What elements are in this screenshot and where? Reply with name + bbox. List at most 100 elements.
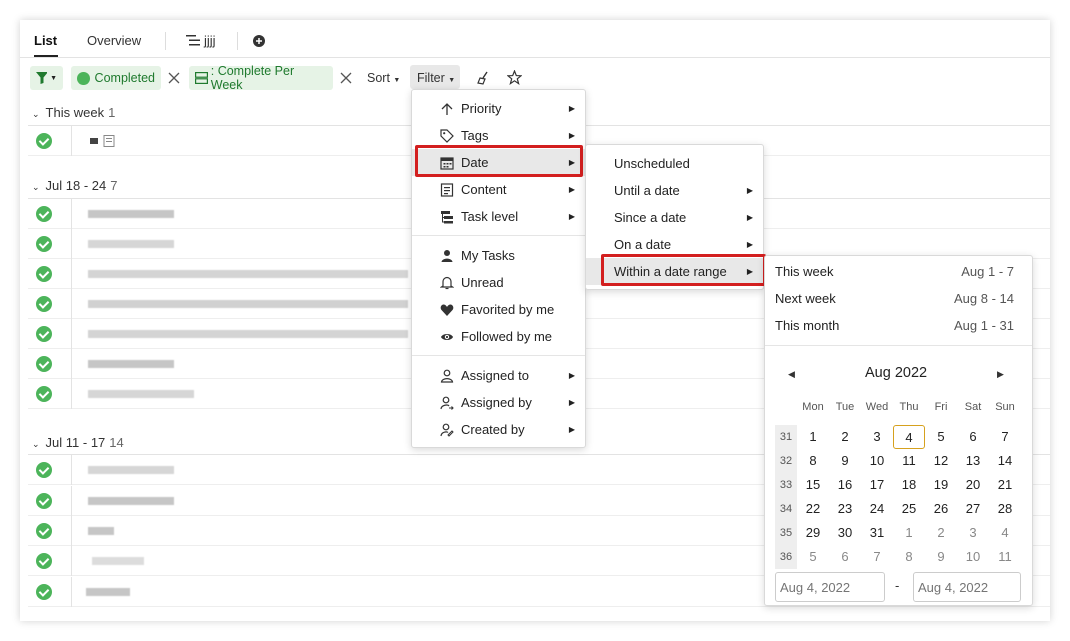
row-divider (71, 577, 72, 607)
calendar-day[interactable]: 13 (957, 449, 989, 473)
complete-check-icon[interactable] (36, 296, 52, 312)
range-start-input[interactable] (775, 572, 885, 602)
calendar-day[interactable]: 2 (925, 521, 957, 545)
calendar-day[interactable]: 14 (989, 449, 1021, 473)
caret-down-icon: ▼ (50, 74, 57, 82)
calendar-day[interactable]: 21 (989, 473, 1021, 497)
calendar-day[interactable]: 9 (829, 449, 861, 473)
complete-check-icon[interactable] (36, 553, 52, 569)
calendar-day[interactable]: 7 (861, 545, 893, 569)
calendar-day[interactable]: 17 (861, 473, 893, 497)
calendar-day[interactable]: 31 (861, 521, 893, 545)
filter-menu-item-favorited[interactable]: Favorited by me (412, 296, 585, 323)
filter-menu-item-task-level[interactable]: Task level ▶ (412, 203, 585, 230)
remove-group-icon[interactable] (339, 70, 353, 86)
calendar-day[interactable]: 24 (861, 497, 893, 521)
complete-check-icon[interactable] (36, 584, 52, 600)
calendar-day[interactable]: 4 (893, 425, 925, 449)
calendar-day[interactable]: 6 (957, 425, 989, 449)
complete-check-icon[interactable] (36, 266, 52, 282)
calendar-day[interactable]: 16 (829, 473, 861, 497)
next-month-icon[interactable]: ▶ (997, 369, 1004, 380)
filter-menu-item-unread[interactable]: Unread (412, 269, 585, 296)
complete-check-icon[interactable] (36, 236, 52, 252)
complete-check-icon[interactable] (36, 133, 52, 149)
filter-button[interactable]: Filter ▼ (417, 71, 455, 85)
calendar-day[interactable]: 3 (861, 425, 893, 449)
date-menu-item-unscheduled[interactable]: Unscheduled (586, 150, 763, 177)
calendar-day[interactable]: 25 (893, 497, 925, 521)
date-menu-item-until[interactable]: Until a date ▶ (586, 177, 763, 204)
filter-funnel-button[interactable]: ▼ (30, 66, 63, 90)
calendar-day[interactable]: 7 (989, 425, 1021, 449)
redacted-task-text (92, 557, 144, 565)
group-header-this-week[interactable]: ⌄ This week 1 (32, 105, 115, 120)
menu-divider (412, 235, 585, 236)
range-preset-next-week[interactable]: Next week Aug 8 - 14 (775, 285, 1014, 312)
tab-overview[interactable]: Overview (87, 33, 141, 48)
calendar-day[interactable]: 10 (861, 449, 893, 473)
filter-menu-item-assigned-to[interactable]: Assigned to ▶ (412, 362, 585, 389)
remove-completed-filter-icon[interactable] (167, 70, 181, 86)
complete-check-icon[interactable] (36, 206, 52, 222)
tab-view-jjjj[interactable]: jjjj (186, 33, 216, 48)
calendar-day[interactable]: 28 (989, 497, 1021, 521)
tab-list[interactable]: List (34, 33, 57, 48)
filter-menu-item-priority[interactable]: Priority ▶ (412, 95, 585, 122)
user-arrow-icon (440, 396, 454, 410)
calendar-day[interactable]: 10 (957, 545, 989, 569)
calendar-day[interactable]: 19 (925, 473, 957, 497)
calendar-day[interactable]: 23 (829, 497, 861, 521)
calendar-day[interactable]: 30 (829, 521, 861, 545)
calendar-day[interactable]: 12 (925, 449, 957, 473)
broom-icon[interactable] (477, 71, 491, 85)
calendar-day[interactable]: 6 (829, 545, 861, 569)
redacted-task-text (88, 466, 174, 474)
group-header-jul-11-17[interactable]: ⌄ Jul 11 - 17 14 (32, 435, 124, 450)
complete-check-icon[interactable] (36, 356, 52, 372)
calendar-day[interactable]: 9 (925, 545, 957, 569)
calendar-day[interactable]: 1 (797, 425, 829, 449)
calendar-day[interactable]: 3 (957, 521, 989, 545)
filter-menu-item-created-by[interactable]: Created by ▶ (412, 416, 585, 443)
calendar-day[interactable]: 22 (797, 497, 829, 521)
calendar-day[interactable]: 27 (957, 497, 989, 521)
calendar-day[interactable]: 5 (925, 425, 957, 449)
complete-check-icon[interactable] (36, 386, 52, 402)
complete-check-icon[interactable] (36, 326, 52, 342)
group-rows-icon (195, 72, 208, 84)
filter-menu-item-followed[interactable]: Followed by me (412, 323, 585, 350)
calendar-day[interactable]: 1 (893, 521, 925, 545)
sort-button[interactable]: Sort ▼ (367, 71, 400, 85)
complete-check-icon[interactable] (36, 523, 52, 539)
range-preset-this-month[interactable]: This month Aug 1 - 31 (775, 312, 1014, 339)
star-icon[interactable] (507, 70, 522, 85)
prev-month-icon[interactable]: ◀ (788, 369, 795, 380)
calendar-day[interactable]: 29 (797, 521, 829, 545)
completed-filter-chip[interactable]: Completed (71, 66, 161, 90)
calendar-day[interactable]: 11 (989, 545, 1021, 569)
calendar-day[interactable]: 18 (893, 473, 925, 497)
group-by-chip[interactable]: : Complete Per Week (189, 64, 333, 92)
add-view-button[interactable] (253, 35, 265, 50)
calendar-day[interactable]: 20 (957, 473, 989, 497)
week-number: 34 (775, 497, 797, 521)
calendar-day[interactable]: 8 (893, 545, 925, 569)
calendar-day[interactable]: 11 (893, 449, 925, 473)
calendar-day[interactable]: 4 (989, 521, 1021, 545)
calendar-day[interactable]: 2 (829, 425, 861, 449)
range-end-input[interactable] (913, 572, 1021, 602)
filter-menu-item-content[interactable]: Content ▶ (412, 176, 585, 203)
filter-menu-item-my-tasks[interactable]: My Tasks (412, 242, 585, 269)
calendar-day[interactable]: 15 (797, 473, 829, 497)
group-header-jul-18-24[interactable]: ⌄ Jul 18 - 24 7 (32, 178, 117, 193)
row-divider (71, 379, 72, 409)
range-preset-this-week[interactable]: This week Aug 1 - 7 (775, 258, 1014, 285)
complete-check-icon[interactable] (36, 493, 52, 509)
calendar-day[interactable]: 26 (925, 497, 957, 521)
calendar-day[interactable]: 8 (797, 449, 829, 473)
calendar-day[interactable]: 5 (797, 545, 829, 569)
complete-check-icon[interactable] (36, 462, 52, 478)
filter-menu-item-assigned-by[interactable]: Assigned by ▶ (412, 389, 585, 416)
date-menu-item-since[interactable]: Since a date ▶ (586, 204, 763, 231)
